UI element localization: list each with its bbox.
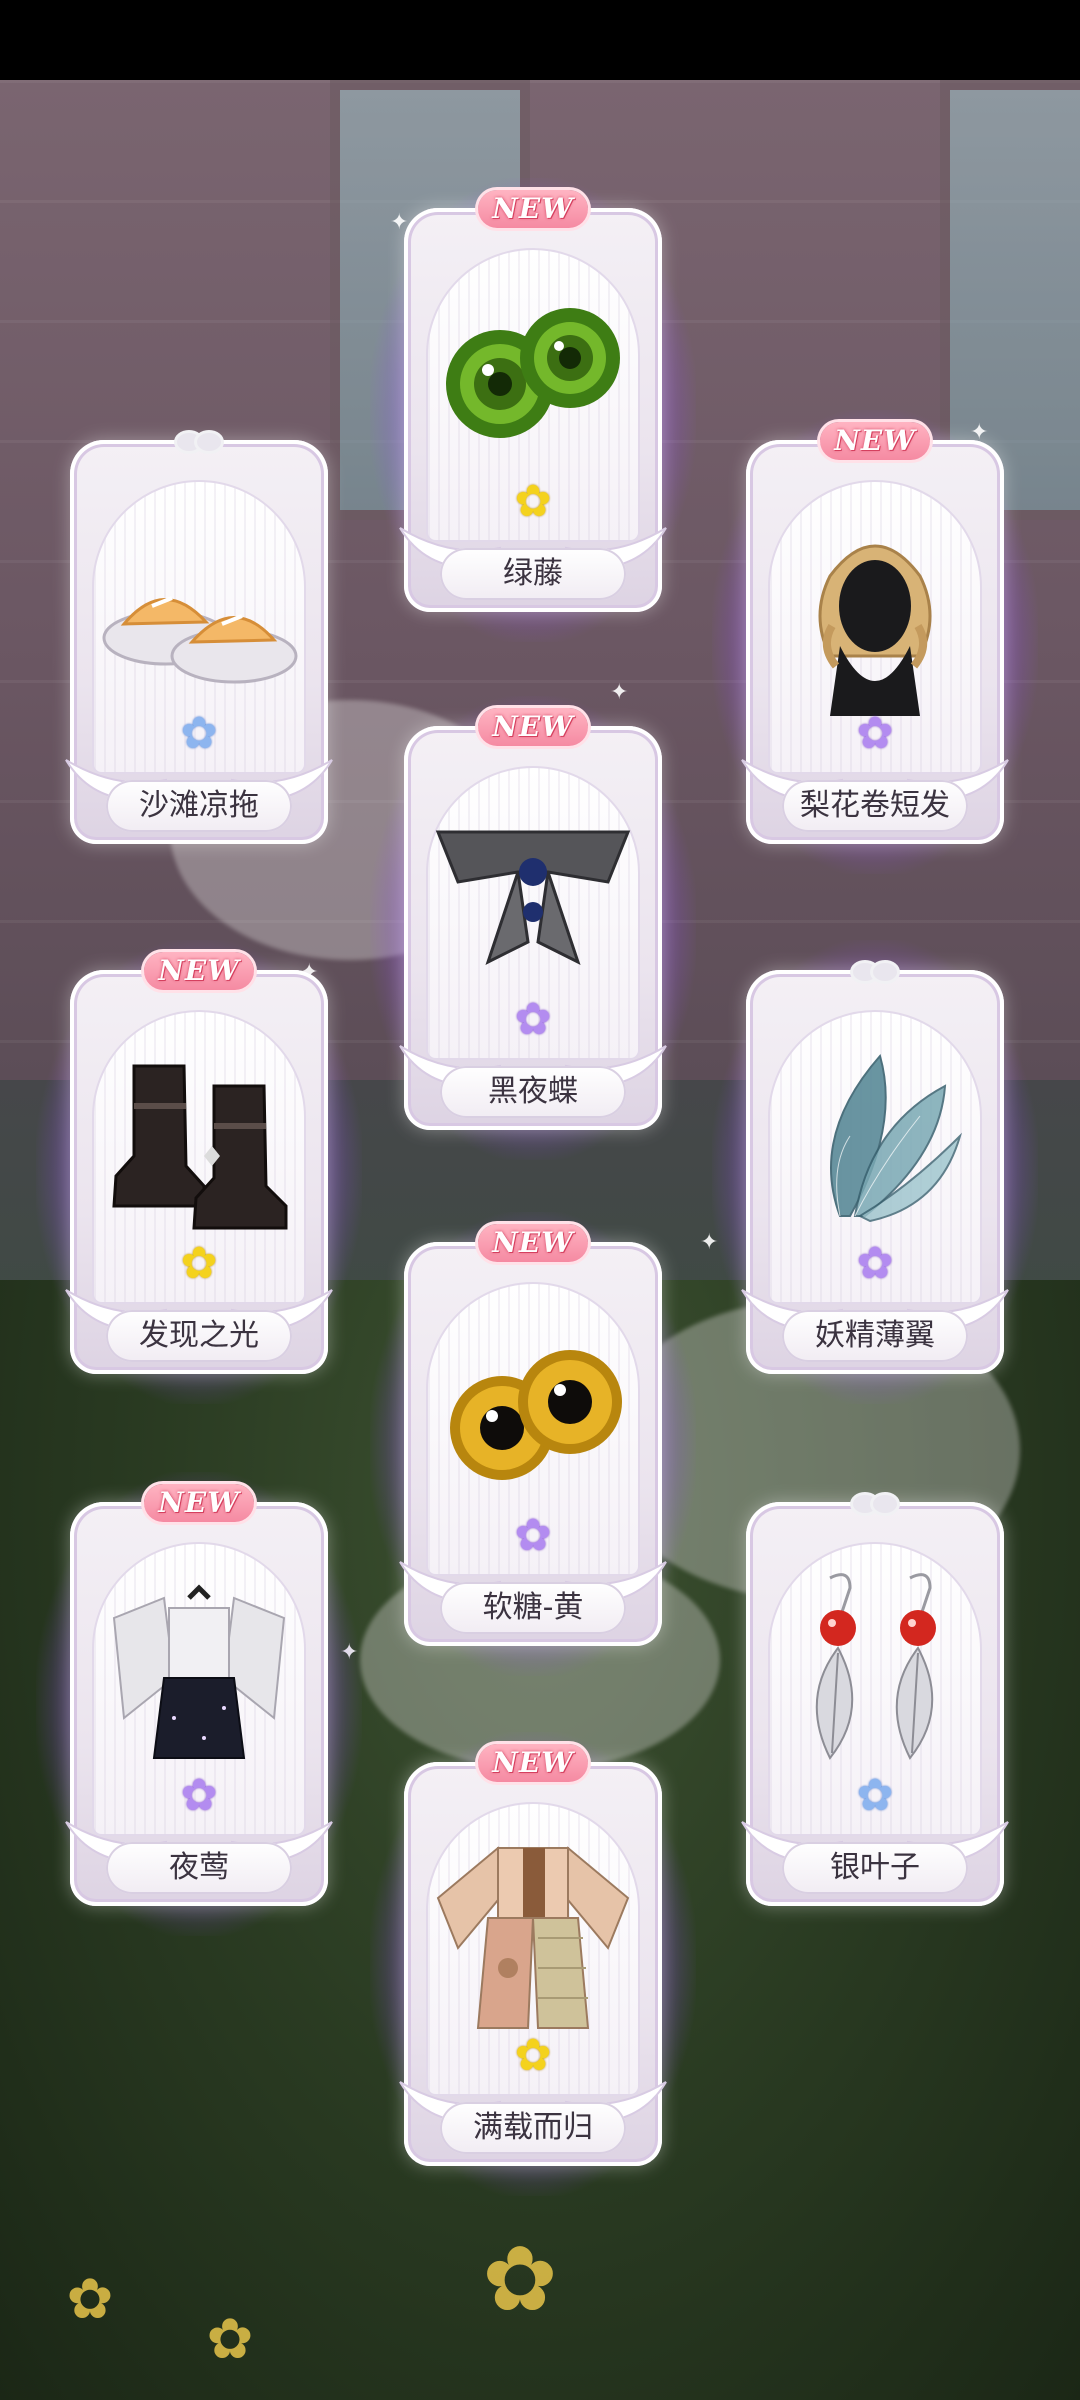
- new-badge: NEW: [478, 1224, 588, 1262]
- sparkle-icon: ✦: [610, 680, 629, 705]
- new-badge: NEW: [144, 952, 254, 990]
- black-boots-icon: [112, 1064, 288, 1230]
- bow-icon: [850, 960, 900, 984]
- new-badge: NEW: [144, 1484, 254, 1522]
- reward-card[interactable]: NEW ✿ 软糖-黄: [370, 1212, 696, 1676]
- status-bar: [0, 0, 1080, 80]
- new-badge: NEW: [478, 190, 588, 228]
- yellow-eyes-icon: [450, 1350, 622, 1480]
- flower-decoration-icon: ✿: [206, 2307, 254, 2372]
- new-badge: NEW: [478, 1744, 588, 1782]
- flower-decoration-icon: ✿: [66, 2267, 114, 2332]
- reward-card[interactable]: NEW ✿ 夜莺: [36, 1472, 362, 1936]
- bow-icon: [174, 430, 224, 454]
- item-name: 沙滩凉拖: [106, 780, 292, 832]
- item-name: 满载而归: [440, 2102, 626, 2154]
- sparkle-icon: ✦: [340, 1640, 359, 1665]
- item-name: 绿藤: [440, 548, 626, 600]
- bow-icon: [850, 1492, 900, 1516]
- reward-card[interactable]: NEW ✿ 发现之光: [36, 940, 362, 1404]
- short-curly-hair-icon: [818, 544, 932, 716]
- reward-card[interactable]: NEW ✿ 梨花卷短发: [712, 410, 1038, 874]
- reward-card[interactable]: NEW ✿ 黑夜蝶: [370, 696, 696, 1160]
- fairy-wings-icon: [830, 1053, 963, 1223]
- green-eyes-icon: [446, 308, 620, 438]
- item-name: 妖精薄翼: [782, 1310, 968, 1362]
- nightingale-outfit-icon: [112, 1584, 286, 1759]
- item-name: 夜莺: [106, 1842, 292, 1894]
- item-name: 发现之光: [106, 1310, 292, 1362]
- reward-card[interactable]: ✿ 银叶子: [741, 1492, 1009, 1906]
- silver-leaf-earrings-icon: [815, 1573, 936, 1760]
- item-name: 梨花卷短发: [782, 780, 968, 832]
- patchwork-outfit-icon: [436, 1846, 630, 2029]
- reward-card[interactable]: ✿ 妖精薄翼: [712, 940, 1038, 1404]
- flower-decoration-icon: ✿: [482, 2227, 558, 2332]
- item-name: 软糖-黄: [440, 1582, 626, 1634]
- item-name: 银叶子: [782, 1842, 968, 1894]
- reward-card[interactable]: ✿ 沙滩凉拖: [65, 430, 333, 844]
- reward-card[interactable]: NEW ✿ 绿藤: [370, 178, 696, 642]
- reward-card[interactable]: NEW ✿ 满载而归: [370, 1732, 696, 2196]
- black-bow-collar-icon: [435, 830, 631, 965]
- item-name: 黑夜蝶: [440, 1066, 626, 1118]
- new-badge: NEW: [478, 708, 588, 746]
- new-badge: NEW: [820, 422, 930, 460]
- beach-slippers-icon: [102, 596, 298, 684]
- reward-screen: { "new_badge_text": "NEW", "items": [ {"…: [0, 0, 1080, 2400]
- sparkle-icon: ✦: [700, 1230, 719, 1255]
